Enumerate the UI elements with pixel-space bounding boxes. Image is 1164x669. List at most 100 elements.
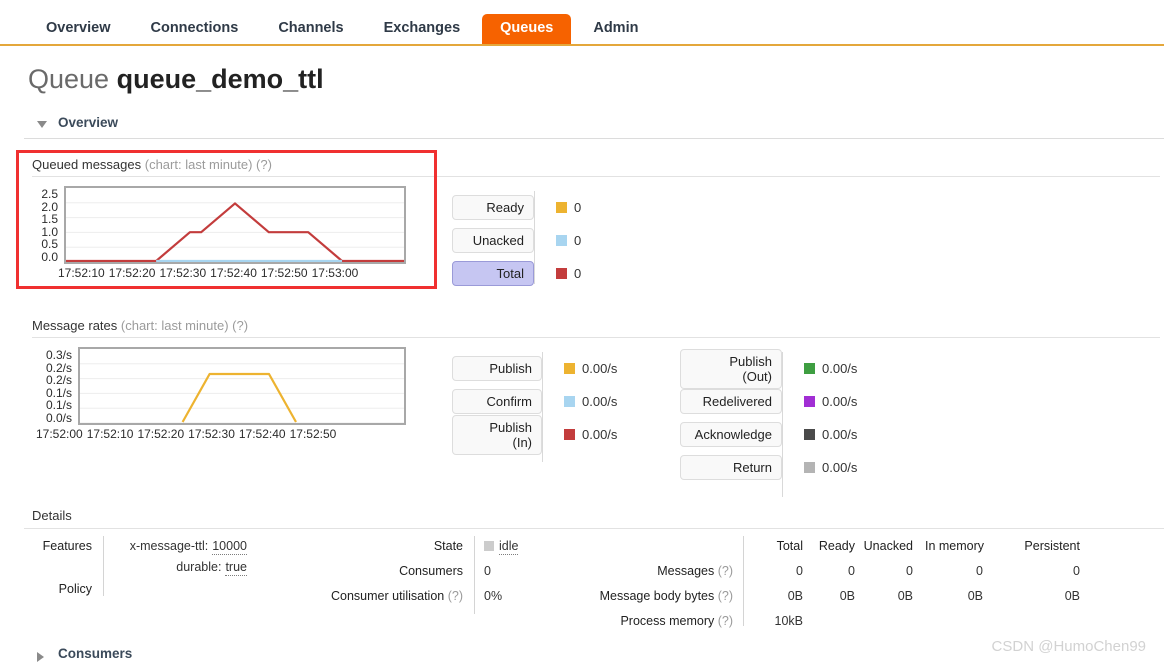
legend-value: 0.00/s <box>564 427 617 442</box>
legend-row: Confirm 0.00/s <box>452 385 617 418</box>
queued-messages-legend-rows: Ready 0 Unacked 0 Total 0 <box>452 191 581 290</box>
section-consumers-label: Consumers <box>58 646 133 661</box>
legend-value-text: 0 <box>574 233 582 248</box>
legend-toggle-confirm[interactable]: Confirm <box>452 389 542 414</box>
stats-cell: 10kB <box>774 614 804 628</box>
stats-row-help-icon[interactable]: (?) <box>714 589 733 603</box>
legend-value-text: 0.00/s <box>582 361 618 376</box>
legend-toggle-acknowledge[interactable]: Acknowledge <box>680 422 782 447</box>
legend-row: Unacked 0 <box>452 224 581 257</box>
consumers-value: 0 <box>484 564 491 578</box>
main-navigation: Overview Connections Channels Exchanges Queu… <box>0 0 1164 46</box>
legend-value: 0.00/s <box>804 427 857 442</box>
y-tick-label: 1.5 <box>41 212 58 227</box>
nav-tab-channels[interactable]: Channels <box>260 14 361 44</box>
stats-row-label: Messages (?) <box>560 564 733 578</box>
feature-row: x-message-ttl: 10000 <box>113 539 247 560</box>
message-rates-x-axis: 17:52:00 17:52:10 17:52:20 17:52:30 17:52:40… <box>36 427 340 441</box>
consumer-utilisation-label-text: Consumer utilisation <box>330 589 445 603</box>
stats-cell: 0 <box>976 564 983 578</box>
stats-cell: 0B <box>897 589 913 603</box>
page-title-prefix: Queue <box>28 64 110 94</box>
queued-messages-rule <box>32 176 1160 177</box>
chevron-down-icon <box>37 121 47 128</box>
queued-messages-x-axis: 17:52:10 17:52:20 17:52:30 17:52:40 17:52:50… <box>58 266 362 280</box>
legend-color-swatch-icon <box>804 462 815 473</box>
legend-toggle-ready[interactable]: Ready <box>452 195 534 220</box>
legend-value: 0 <box>556 200 581 215</box>
chevron-right-icon <box>37 652 44 662</box>
legend-toggle-return[interactable]: Return <box>680 455 782 480</box>
message-rates-y-axis: 0.3/s 0.2/s 0.2/s 0.1/s 0.1/s 0.0/s <box>28 349 72 425</box>
stats-column-header: Ready <box>818 539 855 553</box>
x-tick-label: 17:52:30 <box>188 427 235 441</box>
legend-color-swatch-icon <box>564 363 575 374</box>
stats-cell: 0 <box>848 564 855 578</box>
stats-column-header: Total <box>776 539 803 553</box>
message-rates-rule <box>32 337 1160 338</box>
legend-value-text: 0.00/s <box>822 427 858 442</box>
consumer-utilisation-help-icon[interactable]: (?) <box>448 589 463 603</box>
feature-key: durable: <box>176 560 222 574</box>
stats-column-header: Persistent <box>1024 539 1080 553</box>
legend-value: 0 <box>556 233 581 248</box>
legend-toggle-total[interactable]: Total <box>452 261 534 286</box>
state-value: idle <box>484 539 519 555</box>
features-label: Features <box>42 539 92 553</box>
x-tick-label: 17:53:00 <box>311 266 359 280</box>
stats-row-label-text: Message body bytes <box>599 589 715 603</box>
consumers-label: Consumers <box>399 564 463 578</box>
policy-label: Policy <box>58 582 92 596</box>
details-divider-2 <box>474 536 475 614</box>
legend-toggle-publish-in[interactable]: Publish (In) <box>452 414 542 455</box>
stats-cell: 0 <box>906 564 913 578</box>
feature-value[interactable]: 10000 <box>212 539 247 555</box>
consumer-utilisation-label: Consumer utilisation (?) <box>280 589 463 603</box>
queued-messages-title: Queued messages (chart: last minute) (?) <box>32 157 272 172</box>
nav-tab-exchanges[interactable]: Exchanges <box>366 14 479 44</box>
x-tick-label: 17:52:30 <box>159 266 207 280</box>
feature-value[interactable]: true <box>225 560 247 576</box>
queued-messages-chart: 2.5 2.0 1.5 1.0 0.5 0.0 17:52:10 17:52:20 17:52… <box>28 186 418 280</box>
page-title: Queue queue_demo_ttl <box>28 64 324 95</box>
legend-value-text: 0.00/s <box>582 394 618 409</box>
legend-row: Return 0.00/s <box>680 451 857 484</box>
message-rates-legend-left: Publish 0.00/s Confirm 0.00/s Publish (In) 0.… <box>452 352 617 462</box>
legend-row: Publish (Out) 0.00/s <box>680 348 857 389</box>
consumer-utilisation-value: 0% <box>484 589 503 603</box>
legend-toggle-unacked[interactable]: Unacked <box>452 228 534 253</box>
queued-messages-help-icon[interactable]: (?) <box>256 157 272 172</box>
legend-toggle-publish[interactable]: Publish <box>452 356 542 381</box>
nav-tab-queues[interactable]: Queues <box>482 14 572 44</box>
stats-cell: 0B <box>1064 589 1080 603</box>
nav-tab-admin[interactable]: Admin <box>575 14 656 44</box>
nav-tab-connections[interactable]: Connections <box>133 14 257 44</box>
legend-color-swatch-icon <box>804 396 815 407</box>
message-rates-help-icon[interactable]: (?) <box>232 318 248 333</box>
legend-row: Acknowledge 0.00/s <box>680 418 857 451</box>
legend-color-swatch-icon <box>564 396 575 407</box>
feature-key: x-message-ttl: <box>129 539 209 553</box>
stats-row-help-icon[interactable]: (?) <box>714 614 733 628</box>
stats-row-help-icon[interactable]: (?) <box>714 564 733 578</box>
legend-toggle-publish-out[interactable]: Publish (Out) <box>680 348 782 389</box>
stats-row-label-text: Process memory <box>620 614 715 628</box>
section-header-overview[interactable]: Overview <box>24 113 1164 139</box>
plot-canvas <box>66 202 404 262</box>
legend-value-text: 0.00/s <box>582 427 618 442</box>
nav-tab-overview[interactable]: Overview <box>28 14 129 44</box>
legend-value: 0.00/s <box>804 361 857 376</box>
x-tick-label: 17:52:20 <box>108 266 156 280</box>
legend-row: Publish 0.00/s <box>452 352 617 385</box>
legend-value: 0.00/s <box>564 361 617 376</box>
stats-cell: 0B <box>839 589 855 603</box>
x-tick-label: 17:52:40 <box>238 427 286 441</box>
stats-row-label: Process memory (?) <box>560 614 733 628</box>
legend-toggle-redelivered[interactable]: Redelivered <box>680 389 782 414</box>
watermark: CSDN @HumoChen99 <box>991 638 1146 655</box>
message-rates-legend-left-rows: Publish 0.00/s Confirm 0.00/s Publish (In) 0.… <box>452 352 617 455</box>
stats-column-header: Unacked <box>863 539 913 553</box>
details-divider-3 <box>743 536 744 626</box>
x-tick-label: 17:52:40 <box>210 266 257 280</box>
state-value-text: idle <box>499 539 519 555</box>
